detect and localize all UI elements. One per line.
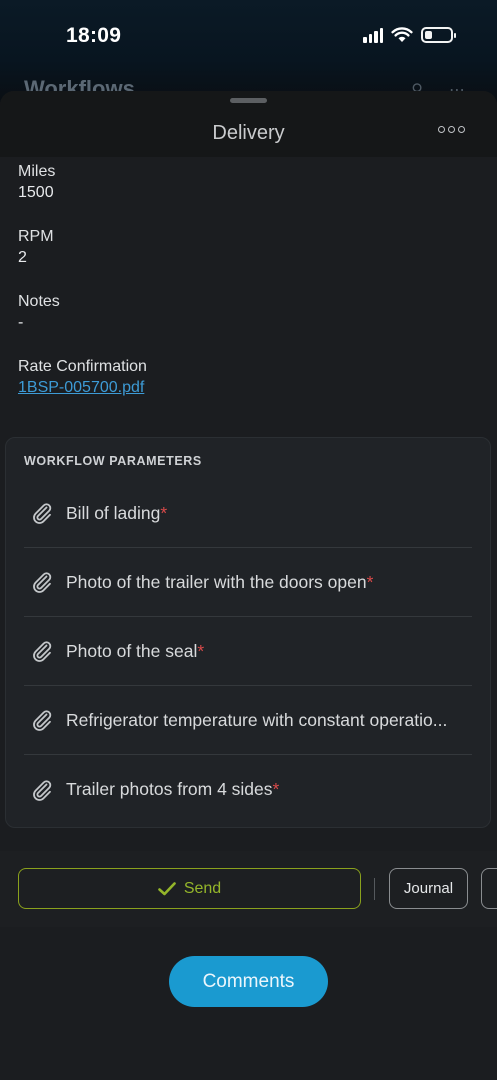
comments-button[interactable]: Comments xyxy=(169,956,328,1007)
comments-label: Comments xyxy=(202,970,295,992)
parameter-label: Photo of the seal* xyxy=(66,640,205,661)
rate-confirmation-file-link[interactable]: 1BSP-005700.pdf xyxy=(18,377,479,399)
parameter-label: Bill of lading* xyxy=(66,502,168,523)
paperclip-icon xyxy=(33,503,52,524)
paperclip-icon xyxy=(33,572,52,593)
field-label: RPM xyxy=(18,228,54,245)
field-value: 1500 xyxy=(18,184,54,201)
field-miles: Miles 1500 xyxy=(18,161,479,226)
workflow-parameters-title: WORKFLOW PARAMETERS xyxy=(24,454,202,468)
status-time: 18:09 xyxy=(66,24,122,47)
journal-label: Journal xyxy=(403,880,454,897)
parameter-label: Photo of the trailer with the doors open… xyxy=(66,571,374,592)
parameter-row-trailer-photos[interactable]: Trailer photos from 4 sides* xyxy=(24,755,472,824)
parameter-label: Trailer photos from 4 sides* xyxy=(66,779,280,799)
field-label: Notes xyxy=(18,293,60,310)
paperclip-icon xyxy=(33,641,52,662)
status-bar: 18:09 xyxy=(0,0,497,70)
more-options-button[interactable] xyxy=(438,126,465,133)
field-notes: Notes - xyxy=(18,291,479,356)
field-label: Miles xyxy=(18,163,56,180)
action-bar: Send Journal xyxy=(0,851,497,927)
parameter-label: Refrigerator temperature with constant o… xyxy=(66,709,448,730)
paperclip-icon xyxy=(33,779,52,801)
required-mark: * xyxy=(272,779,280,799)
overflow-action-button[interactable] xyxy=(481,868,497,909)
parameter-row-seal-photo[interactable]: Photo of the seal* xyxy=(24,617,472,686)
field-rate-confirmation: Rate Confirmation 1BSP-005700.pdf xyxy=(18,356,479,421)
battery-icon xyxy=(421,27,456,43)
wifi-icon xyxy=(391,27,413,42)
required-mark: * xyxy=(160,502,168,523)
delivery-fields: Miles 1500 RPM 2 Notes - Rate Confirmati… xyxy=(0,157,497,421)
send-label: Send xyxy=(183,879,222,897)
more-dot-icon xyxy=(458,126,465,133)
more-dot-icon xyxy=(438,126,445,133)
phone-screen: 18:09 Workflows ⚲ ⋯ Delivery xyxy=(0,0,497,1080)
required-mark: * xyxy=(366,571,374,592)
delivery-sheet: Delivery Miles 1500 RPM 2 Notes - Rate C… xyxy=(0,91,497,1080)
required-mark: * xyxy=(197,640,205,661)
sheet-grabber-handle[interactable] xyxy=(230,98,267,103)
sheet-title: Delivery xyxy=(212,122,285,144)
status-icons xyxy=(363,27,456,43)
workflow-parameters-list: Bill of lading* Photo of the trailer wit… xyxy=(24,479,472,824)
checkmark-icon xyxy=(158,881,176,895)
field-value: 2 xyxy=(18,249,27,266)
sheet-header: Delivery xyxy=(0,91,497,157)
send-button[interactable]: Send xyxy=(18,868,361,909)
field-value: - xyxy=(18,314,24,331)
parameter-row-trailer-doors-open[interactable]: Photo of the trailer with the doors open… xyxy=(24,548,472,617)
action-divider xyxy=(374,878,375,900)
field-rpm: RPM 2 xyxy=(18,226,479,291)
more-dot-icon xyxy=(448,126,455,133)
workflow-parameters-card: WORKFLOW PARAMETERS Bill of lading* Phot… xyxy=(5,437,491,828)
paperclip-icon xyxy=(33,710,52,731)
parameter-row-refrigerator-temperature[interactable]: Refrigerator temperature with constant o… xyxy=(24,686,472,755)
battery-level xyxy=(425,31,432,39)
parameter-row-bill-of-lading[interactable]: Bill of lading* xyxy=(24,479,472,548)
journal-button[interactable]: Journal xyxy=(389,868,468,909)
field-label: Rate Confirmation xyxy=(18,358,147,375)
cellular-signal-icon xyxy=(363,27,383,43)
